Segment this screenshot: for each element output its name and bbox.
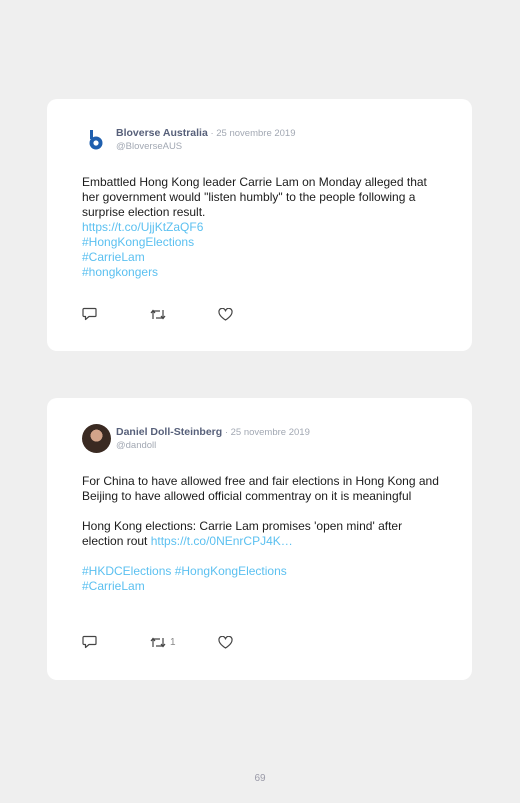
retweet-button[interactable] — [150, 308, 218, 321]
hashtag-link[interactable]: #HongKongElections — [82, 235, 442, 250]
bloverse-logo-icon — [89, 129, 102, 149]
tweet-text: Embattled Hong Kong leader Carrie Lam on… — [82, 175, 442, 280]
hashtag-link[interactable]: #HKDCElections #HongKongElections — [82, 564, 442, 579]
tweet-header: Daniel Doll-Steinberg · 25 novembre 2019… — [82, 424, 310, 453]
tweet-header: Bloverse Australia · 25 novembre 2019 @B… — [82, 125, 296, 154]
tweet-date: · 25 novembre 2019 — [207, 128, 296, 139]
tweet-actions: 1 — [82, 635, 233, 649]
hashtag-link[interactable]: #CarrieLam — [82, 250, 442, 265]
reply-button[interactable] — [82, 307, 150, 321]
avatar[interactable] — [82, 424, 111, 453]
tweet-actions — [82, 307, 233, 321]
reply-button[interactable] — [82, 635, 150, 649]
like-button[interactable] — [218, 635, 233, 649]
hashtag-link[interactable]: #hongkongers — [82, 265, 442, 280]
avatar[interactable] — [82, 125, 111, 154]
reply-icon — [82, 307, 97, 321]
author-handle[interactable]: @dandoll — [116, 439, 310, 452]
tweet-link[interactable]: https://t.co/0NEnrCPJ4K… — [151, 534, 293, 548]
retweet-icon — [150, 309, 166, 319]
tweet-body: Embattled Hong Kong leader Carrie Lam on… — [82, 175, 427, 219]
retweet-count: 1 — [170, 636, 176, 648]
retweet-icon — [150, 637, 166, 647]
heart-icon — [218, 307, 233, 321]
tweet-body: For China to have allowed free and fair … — [82, 474, 439, 503]
tweet-card: Daniel Doll-Steinberg · 25 novembre 2019… — [47, 398, 472, 680]
author-name[interactable]: Daniel Doll-Steinberg — [116, 426, 222, 438]
like-button[interactable] — [218, 307, 233, 321]
page-number: 69 — [254, 773, 266, 784]
tweet-link[interactable]: https://t.co/UjjKtZaQF6 — [82, 220, 442, 235]
retweet-button[interactable]: 1 — [150, 636, 218, 649]
tweet-text: For China to have allowed free and fair … — [82, 474, 442, 594]
tweet-date: · 25 novembre 2019 — [222, 427, 310, 438]
heart-icon — [218, 635, 233, 649]
tweet-body-secondary: Hong Kong elections: Carrie Lam promises… — [82, 519, 442, 549]
hashtag-link[interactable]: #CarrieLam — [82, 579, 442, 594]
tweet-card: Bloverse Australia · 25 novembre 2019 @B… — [47, 99, 472, 351]
author-handle[interactable]: @BloverseAUS — [116, 140, 296, 153]
reply-icon — [82, 635, 97, 649]
author-name[interactable]: Bloverse Australia — [116, 127, 208, 139]
